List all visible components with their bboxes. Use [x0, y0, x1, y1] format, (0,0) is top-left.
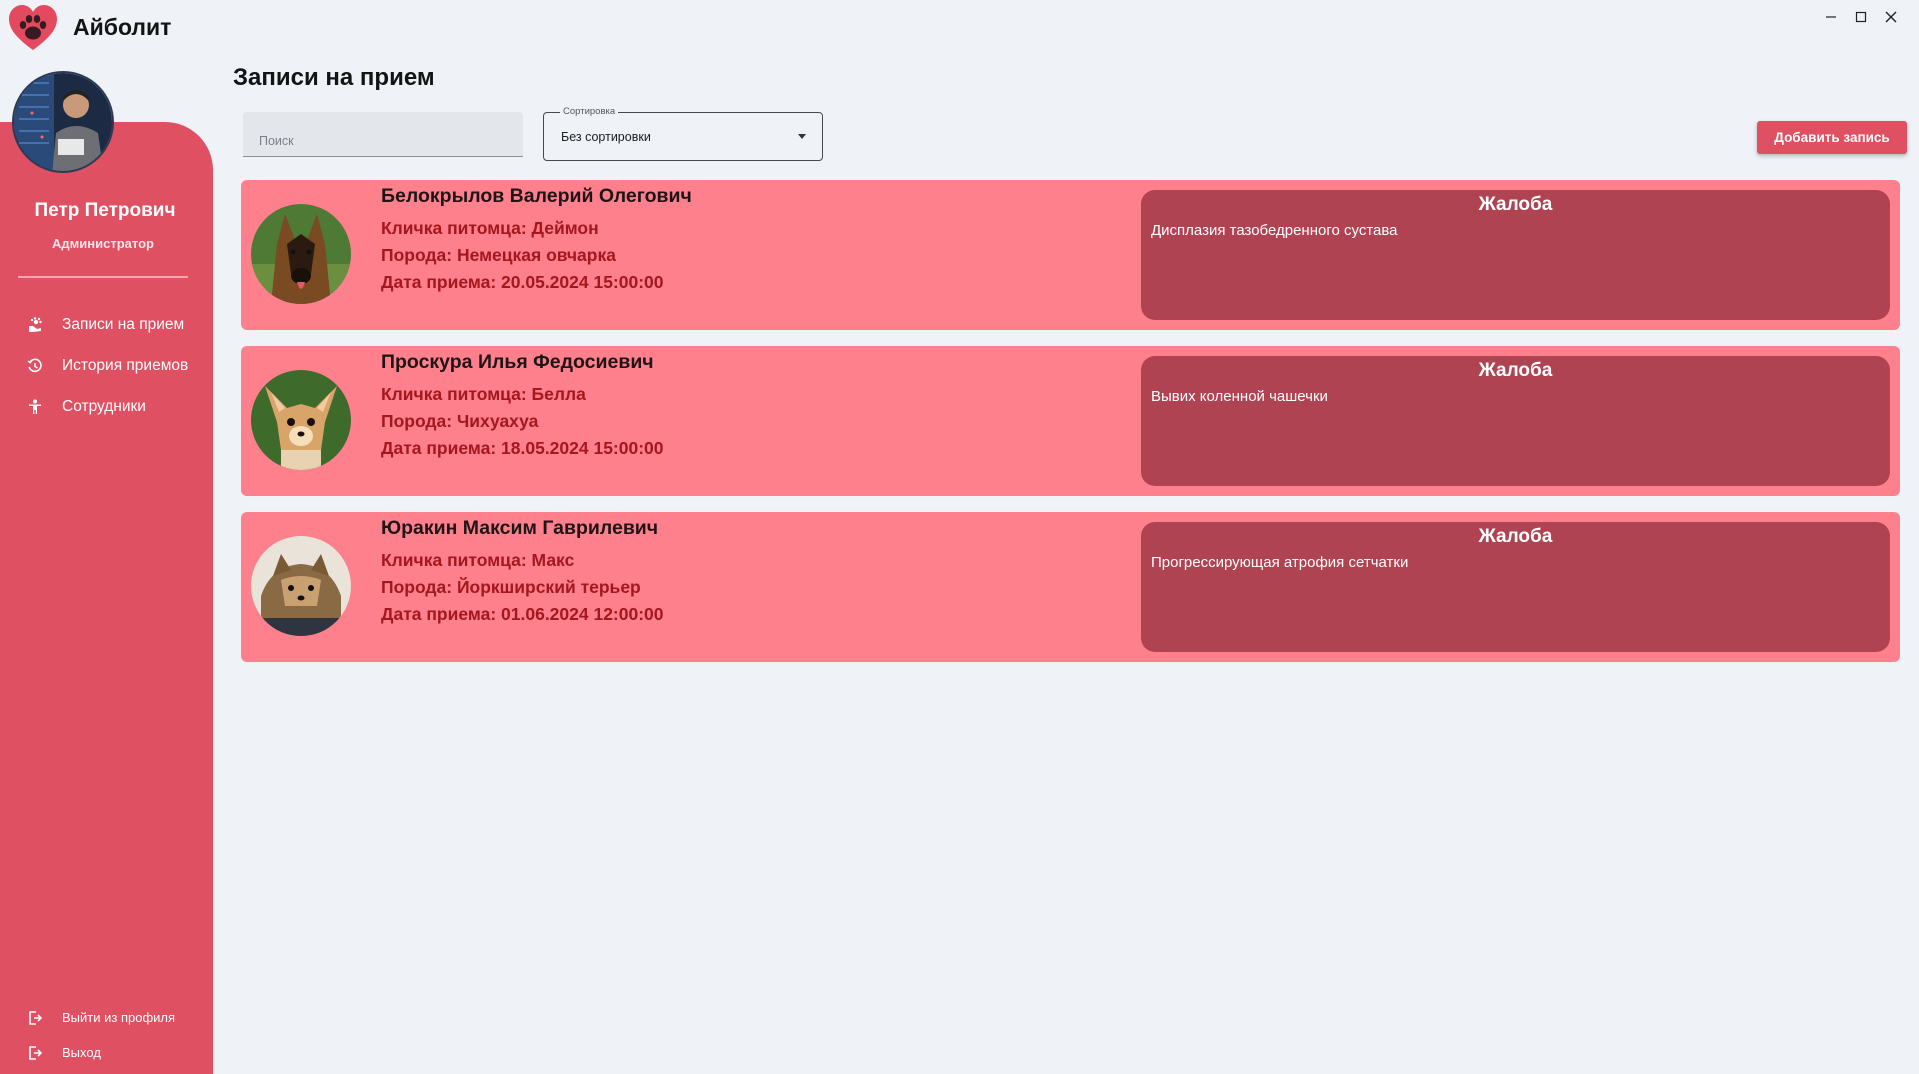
sidebar-item-appointments[interactable]: Записи на прием — [0, 304, 213, 345]
maximize-icon[interactable] — [1851, 6, 1871, 28]
appointment-date: Дата приема: 20.05.2024 15:00:00 — [381, 272, 664, 292]
pet-breed: Порода: Йоркширский терьер — [381, 577, 641, 597]
exit-button[interactable]: Выход — [0, 1035, 213, 1070]
logout-profile-button[interactable]: Выйти из профиля — [0, 1000, 213, 1035]
appointments-list: Белокрылов Валерий Олегович Кличка питом… — [241, 180, 1900, 678]
sidebar-item-label: История приемов — [62, 356, 189, 374]
pet-breed: Порода: Немецкая овчарка — [381, 245, 616, 265]
sidebar-item-history[interactable]: История приемов — [0, 345, 213, 386]
paw-hand-icon — [27, 316, 43, 333]
pet-photo — [251, 370, 351, 470]
pet-breed: Порода: Чихуахуа — [381, 411, 539, 431]
sidebar-bottom-nav: Выйти из профиля Выход — [0, 1000, 213, 1070]
exit-icon — [27, 1045, 43, 1061]
chevron-down-icon — [798, 134, 806, 139]
add-appointment-button[interactable]: Добавить запись — [1757, 121, 1907, 154]
sidebar-item-label: Сотрудники — [62, 397, 146, 415]
pet-name: Кличка питомца: Белла — [381, 384, 586, 404]
appointment-card[interactable]: Юракин Максим Гаврилевич Кличка питомца:… — [241, 512, 1900, 662]
complaint-text: Прогрессирующая атрофия сетчатки — [1151, 554, 1409, 571]
pet-photo — [251, 204, 351, 304]
avatar — [12, 71, 114, 173]
complaint-box: Жалоба Прогрессирующая атрофия сетчатки — [1141, 522, 1890, 652]
close-icon[interactable] — [1881, 6, 1901, 28]
window-controls — [1821, 6, 1901, 28]
page-title: Записи на прием — [233, 64, 435, 91]
complaint-title: Жалоба — [1478, 194, 1553, 215]
appointment-date: Дата приема: 01.06.2024 12:00:00 — [381, 604, 664, 624]
title-bar: Айболит — [0, 0, 1919, 56]
pet-name: Кличка питомца: Деймон — [381, 218, 599, 238]
person-icon — [27, 399, 43, 415]
user-role: Администратор — [52, 236, 154, 251]
user-name: Петр Петрович — [34, 200, 176, 221]
search-input[interactable] — [243, 112, 523, 156]
appointment-card[interactable]: Проскура Илья Федосиевич Кличка питомца:… — [241, 346, 1900, 496]
exit-label: Выход — [62, 1045, 101, 1060]
complaint-box: Жалоба Дисплазия тазобедренного сустава — [1141, 190, 1890, 320]
complaint-text: Вывих коленной чашечки — [1151, 388, 1328, 405]
appointment-card[interactable]: Белокрылов Валерий Олегович Кличка питом… — [241, 180, 1900, 330]
minimize-icon[interactable] — [1821, 6, 1841, 28]
complaint-text: Дисплазия тазобедренного сустава — [1151, 222, 1398, 239]
logout-profile-label: Выйти из профиля — [62, 1010, 176, 1025]
sidebar-nav: Записи на прием История приемов Сотрудни… — [0, 304, 213, 427]
logout-icon — [27, 1010, 43, 1026]
sort-value: Без сортировки — [561, 130, 651, 144]
pet-photo — [251, 536, 351, 636]
complaint-title: Жалоба — [1478, 360, 1553, 381]
sidebar-item-label: Записи на прием — [62, 315, 185, 333]
owner-name: Юракин Максим Гаврилевич — [381, 517, 659, 539]
owner-name: Белокрылов Валерий Олегович — [381, 185, 692, 207]
owner-name: Проскура Илья Федосиевич — [381, 351, 654, 373]
complaint-title: Жалоба — [1478, 526, 1553, 547]
sidebar-item-staff[interactable]: Сотрудники — [0, 386, 213, 427]
heart-paw-logo-icon — [8, 4, 58, 52]
app-title: Айболит — [73, 14, 172, 40]
complaint-box: Жалоба Вывих коленной чашечки — [1141, 356, 1890, 486]
sidebar: Выйти из профиля Выход — [0, 122, 213, 1074]
sort-label: Сортировка — [560, 106, 619, 117]
pet-name: Кличка питомца: Макс — [381, 550, 575, 570]
sort-select[interactable]: Сортировка Без сортировки — [543, 106, 823, 161]
appointment-date: Дата приема: 18.05.2024 15:00:00 — [381, 438, 664, 458]
search-field[interactable] — [243, 112, 523, 157]
sidebar-divider — [18, 276, 188, 278]
history-icon — [27, 358, 43, 374]
